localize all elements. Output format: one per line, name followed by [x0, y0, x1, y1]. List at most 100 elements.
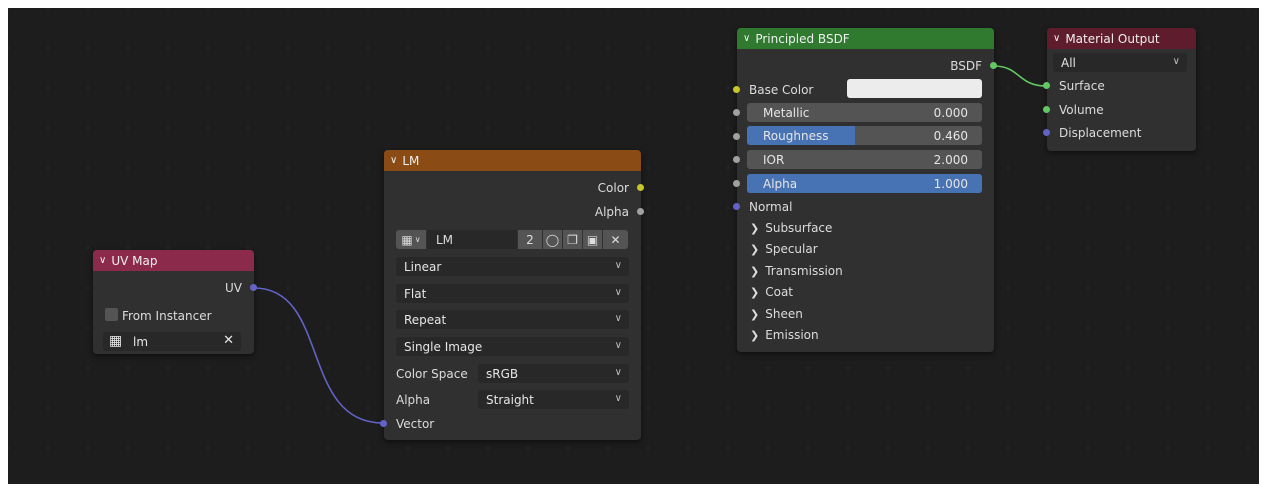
chevron-right-icon: ❯ — [750, 242, 760, 256]
ior-slider[interactable]: IOR 2.000 — [747, 150, 982, 169]
chevron-right-icon: ❯ — [750, 285, 760, 299]
uv-map-value: lm — [133, 334, 149, 349]
image-texture-node-header[interactable]: ∨ LM — [384, 150, 641, 171]
chevron-down-icon[interactable]: ∨ — [743, 33, 750, 44]
source-dropdown[interactable]: Single Image ∨ — [396, 337, 629, 356]
chevron-right-icon: ❯ — [750, 221, 760, 235]
displacement-input-socket[interactable] — [1043, 129, 1050, 136]
image-name-value: LM — [436, 232, 454, 247]
chevron-down-icon[interactable]: ∨ — [99, 255, 106, 266]
chevron-down-icon: ∨ — [414, 235, 421, 244]
from-instancer-checkbox[interactable] — [105, 308, 118, 321]
ior-value: 2.000 — [933, 153, 968, 167]
projection-value: Flat — [404, 286, 427, 301]
extension-value: Repeat — [404, 312, 447, 327]
users-count-value: 2 — [526, 232, 534, 247]
alpha-mode-label: Alpha — [396, 393, 431, 407]
uv-output-socket[interactable] — [250, 284, 257, 291]
alpha-label: Alpha — [763, 177, 798, 191]
chevron-down-icon: ∨ — [614, 367, 622, 378]
panel-sheen[interactable]: ❯ Sheen — [750, 307, 803, 321]
fake-user-icon[interactable]: ◯ — [543, 230, 562, 249]
panel-specular[interactable]: ❯ Specular — [750, 242, 818, 256]
panel-transmission[interactable]: ❯ Transmission — [750, 264, 843, 278]
uv-map-node-title: UV Map — [111, 253, 158, 268]
extension-dropdown[interactable]: Repeat ∨ — [396, 310, 629, 329]
ior-label: IOR — [763, 153, 785, 167]
surface-input-socket[interactable] — [1043, 82, 1050, 89]
panel-transmission-label: Transmission — [765, 264, 843, 278]
users-count-button[interactable]: 2 — [518, 230, 542, 249]
image-texture-node[interactable]: ∨ LM Color Alpha ▦ ∨ LM 2 ◯ ❐ ▣ ✕ Linear ∨… — [384, 150, 641, 440]
interpolation-dropdown[interactable]: Linear ∨ — [396, 257, 629, 276]
image-texture-node-title: LM — [402, 153, 420, 168]
alpha-mode-dropdown[interactable]: Straight ∨ — [478, 390, 629, 409]
alpha-output-socket[interactable] — [637, 208, 644, 215]
from-instancer-label: From Instancer — [122, 309, 212, 323]
alpha-value: 1.000 — [933, 177, 968, 191]
source-value: Single Image — [404, 339, 483, 354]
material-output-node-title: Material Output — [1065, 31, 1160, 46]
principled-bsdf-node[interactable]: ∨ Principled BSDF BSDF Base Color Metall… — [737, 28, 994, 352]
color-output-label: Color — [597, 181, 629, 195]
alpha-slider[interactable]: Alpha 1.000 — [747, 174, 982, 193]
principled-bsdf-node-title: Principled BSDF — [755, 31, 850, 46]
folder-icon[interactable]: ▣ — [583, 230, 602, 249]
chevron-down-icon[interactable]: ∨ — [390, 155, 397, 166]
panel-subsurface-label: Subsurface — [765, 221, 833, 235]
chevron-down-icon: ∨ — [614, 340, 622, 351]
base-color-input-socket[interactable] — [733, 86, 740, 93]
panel-subsurface[interactable]: ❯ Subsurface — [750, 221, 832, 235]
roughness-label: Roughness — [763, 129, 829, 143]
normal-input-label: Normal — [749, 200, 793, 214]
panel-specular-label: Specular — [765, 242, 818, 256]
normal-input-socket[interactable] — [733, 203, 740, 210]
uv-map-node[interactable]: ∨ UV Map UV From Instancer ▦ lm ✕ — [93, 250, 254, 354]
principled-bsdf-node-header[interactable]: ∨ Principled BSDF — [737, 28, 994, 49]
image-name-field[interactable]: LM — [427, 230, 517, 249]
alpha-input-socket[interactable] — [733, 180, 740, 187]
material-output-node-header[interactable]: ∨ Material Output — [1047, 28, 1196, 49]
clear-icon[interactable]: ✕ — [223, 333, 234, 348]
material-output-node[interactable]: ∨ Material Output All ∨ Surface Volume Di… — [1047, 28, 1196, 151]
uv-map-field[interactable]: ▦ lm ✕ — [103, 332, 241, 351]
roughness-slider[interactable]: Roughness 0.460 — [747, 126, 982, 145]
vector-input-label: Vector — [396, 417, 435, 431]
metallic-slider[interactable]: Metallic 0.000 — [747, 103, 982, 122]
metallic-value: 0.000 — [933, 106, 968, 120]
roughness-value: 0.460 — [933, 129, 968, 143]
chevron-down-icon: ∨ — [614, 287, 622, 298]
metallic-label: Metallic — [763, 106, 810, 120]
roughness-input-socket[interactable] — [733, 133, 740, 140]
projection-dropdown[interactable]: Flat ∨ — [396, 284, 629, 303]
ior-input-socket[interactable] — [733, 156, 740, 163]
image-browse-button[interactable]: ▦ ∨ — [396, 230, 426, 249]
alpha-mode-value: Straight — [486, 392, 534, 407]
alpha-output-label: Alpha — [594, 205, 629, 219]
chevron-right-icon: ❯ — [750, 307, 760, 321]
panel-coat[interactable]: ❯ Coat — [750, 285, 793, 299]
color-output-socket[interactable] — [637, 184, 644, 191]
interpolation-value: Linear — [404, 259, 442, 274]
panel-sheen-label: Sheen — [765, 307, 803, 321]
panel-emission[interactable]: ❯ Emission — [750, 328, 819, 342]
color-space-dropdown[interactable]: sRGB ∨ — [478, 364, 629, 383]
chevron-down-icon: ∨ — [614, 393, 622, 404]
image-icon: ▦ — [401, 232, 413, 247]
volume-input-socket[interactable] — [1043, 106, 1050, 113]
uv-map-node-header[interactable]: ∨ UV Map — [93, 250, 254, 271]
chevron-down-icon: ∨ — [614, 260, 622, 271]
chevron-down-icon: ∨ — [1172, 56, 1180, 67]
displacement-input-label: Displacement — [1059, 126, 1142, 140]
metallic-input-socket[interactable] — [733, 109, 740, 116]
base-color-swatch[interactable] — [847, 79, 982, 98]
bsdf-output-socket[interactable] — [990, 62, 997, 69]
target-value: All — [1061, 55, 1076, 70]
chevron-down-icon[interactable]: ∨ — [1053, 33, 1060, 44]
duplicate-icon[interactable]: ❐ — [563, 230, 582, 249]
unlink-icon[interactable]: ✕ — [603, 230, 628, 249]
vector-input-socket[interactable] — [380, 420, 387, 427]
target-dropdown[interactable]: All ∨ — [1053, 53, 1187, 72]
surface-input-label: Surface — [1059, 79, 1105, 93]
color-space-value: sRGB — [486, 366, 519, 381]
